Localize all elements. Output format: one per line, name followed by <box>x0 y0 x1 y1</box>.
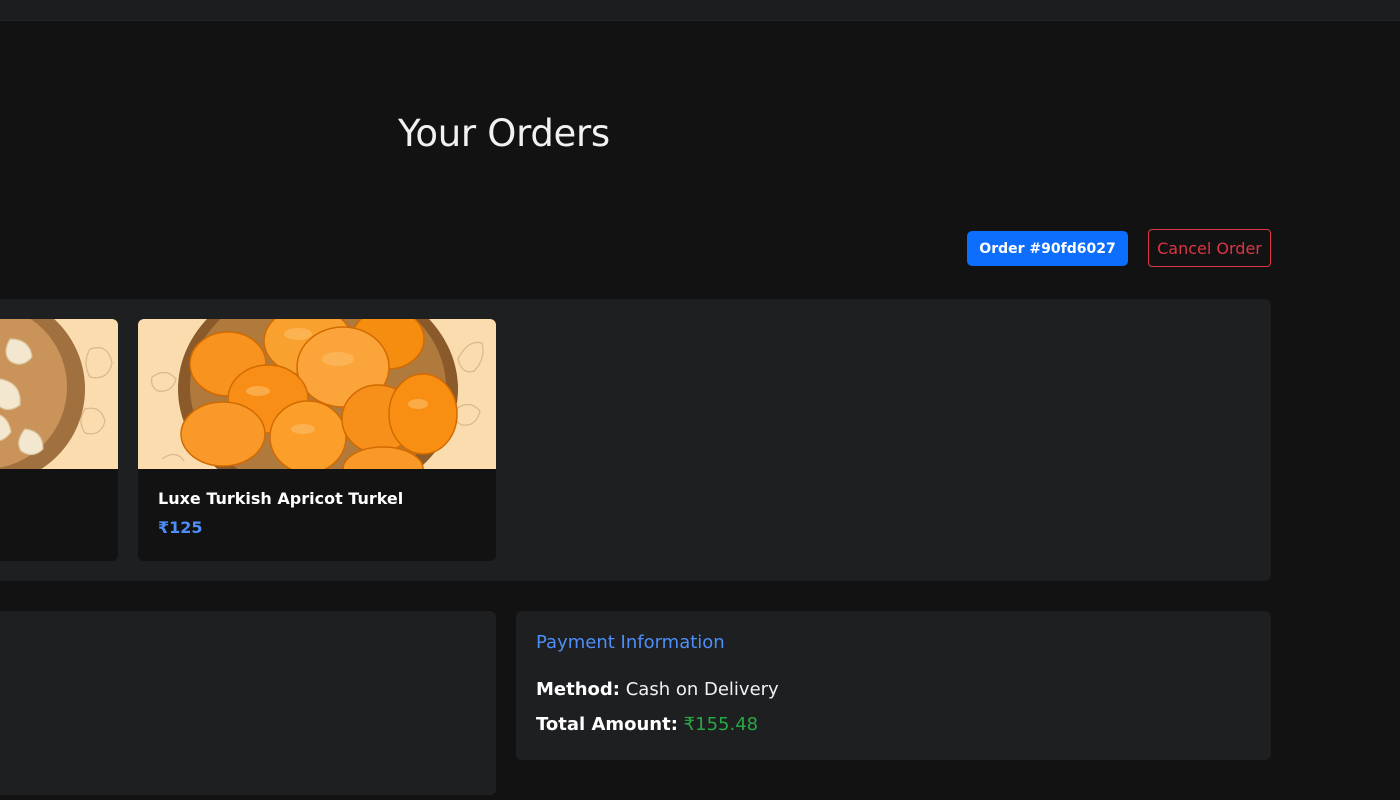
cashew-image <box>0 319 118 469</box>
payment-info-panel: Payment Information Method: Cash on Deli… <box>516 611 1271 760</box>
apricot-image <box>138 319 496 469</box>
cancel-order-button[interactable]: Cancel Order <box>1148 229 1271 267</box>
product-card[interactable] <box>0 319 118 561</box>
total-amount-row: Total Amount: ₹155.48 <box>536 714 758 735</box>
shipping-address-panel <box>0 611 496 795</box>
product-price: ₹125 <box>158 518 203 537</box>
order-items-panel: Luxe Turkish Apricot Turkel ₹125 <box>0 299 1271 581</box>
payment-method-value: Cash on Delivery <box>625 679 779 700</box>
product-name[interactable]: Luxe Turkish Apricot Turkel <box>158 489 403 508</box>
total-amount-label: Total Amount: <box>536 714 678 735</box>
payment-info-title: Payment Information <box>536 632 725 653</box>
product-card[interactable]: Luxe Turkish Apricot Turkel ₹125 <box>138 319 496 561</box>
top-nav-bar <box>0 0 1400 21</box>
page-title: Your Orders <box>398 112 610 155</box>
payment-method-row: Method: Cash on Delivery <box>536 679 779 700</box>
total-amount-value: ₹155.48 <box>683 714 759 735</box>
payment-method-label: Method: <box>536 679 620 700</box>
order-id-badge[interactable]: Order #90fd6027 <box>967 231 1128 266</box>
